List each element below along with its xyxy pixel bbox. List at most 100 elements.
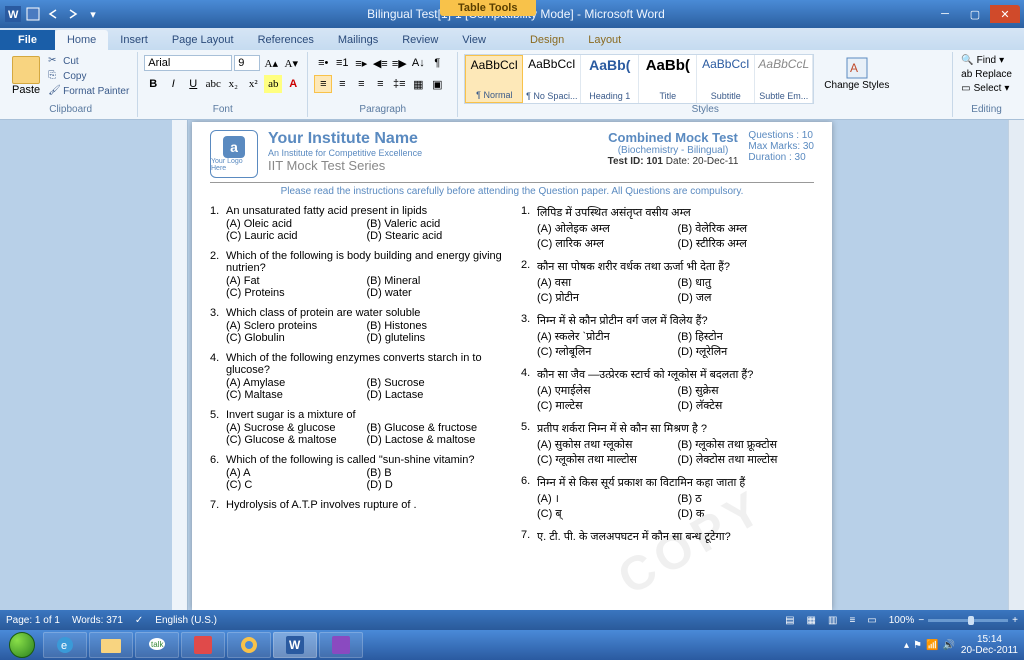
- taskbar-chrome[interactable]: [227, 632, 271, 658]
- tab-review[interactable]: Review: [390, 30, 450, 50]
- taskbar-gtalk[interactable]: talk: [135, 632, 179, 658]
- copy-button[interactable]: ⎘Copy: [46, 69, 131, 83]
- minimize-button[interactable]: ─: [930, 5, 960, 23]
- tab-view[interactable]: View: [450, 30, 498, 50]
- tab-layout[interactable]: Layout: [576, 30, 633, 50]
- undo-icon[interactable]: [44, 5, 62, 23]
- vertical-scrollbar[interactable]: [1008, 120, 1024, 610]
- view-web-icon[interactable]: ▥: [828, 615, 837, 626]
- shading-icon[interactable]: ▦: [409, 75, 427, 93]
- italic-button[interactable]: I: [164, 75, 182, 93]
- word-icon[interactable]: W: [4, 5, 22, 23]
- subscript-button[interactable]: x₂: [224, 75, 242, 93]
- proofing-icon[interactable]: ✓: [135, 615, 143, 626]
- borders-icon[interactable]: ▣: [428, 75, 446, 93]
- status-page[interactable]: Page: 1 of 1: [6, 615, 60, 626]
- taskbar-app2[interactable]: [319, 632, 363, 658]
- tab-page-layout[interactable]: Page Layout: [160, 30, 246, 50]
- tray-flag-icon[interactable]: ⚑: [913, 640, 922, 651]
- indent-dec-icon[interactable]: ◀≡: [371, 54, 389, 72]
- taskbar-explorer[interactable]: [89, 632, 133, 658]
- format-painter-button[interactable]: 🖌Format Painter: [46, 84, 131, 98]
- status-language[interactable]: English (U.S.): [155, 615, 217, 626]
- zoom-control: 100% − +: [889, 615, 1018, 626]
- style-subtitle[interactable]: AaBbCcISubtitle: [697, 55, 755, 103]
- justify-icon[interactable]: ≡: [371, 75, 389, 93]
- style-nospacing[interactable]: AaBbCcI¶ No Spaci...: [523, 55, 581, 103]
- grow-font-icon[interactable]: A▴: [262, 54, 280, 72]
- multilevel-icon[interactable]: ≡▸: [352, 54, 370, 72]
- tray-icons[interactable]: ▴ ⚑ 📶 🔊: [904, 640, 955, 651]
- tab-file[interactable]: File: [0, 30, 55, 50]
- taskbar-ie[interactable]: e: [43, 632, 87, 658]
- question: 5.Invert sugar is a mixture of(A) Sucros…: [210, 409, 503, 446]
- style-normal[interactable]: AaBbCcI¶ Normal: [465, 55, 523, 103]
- shrink-font-icon[interactable]: A▾: [282, 54, 300, 72]
- underline-button[interactable]: U: [184, 75, 202, 93]
- tab-references[interactable]: References: [246, 30, 326, 50]
- font-label: Font: [144, 104, 301, 115]
- cut-button[interactable]: ✂Cut: [46, 54, 131, 68]
- line-spacing-icon[interactable]: ‡≡: [390, 75, 408, 93]
- taskbar-app1[interactable]: [181, 632, 225, 658]
- logo-icon: a: [223, 136, 245, 158]
- strike-button[interactable]: abc: [204, 75, 222, 93]
- qat-dropdown-icon[interactable]: ▾: [84, 5, 102, 23]
- paste-button[interactable]: Paste: [10, 54, 42, 98]
- tab-insert[interactable]: Insert: [108, 30, 160, 50]
- bullets-icon[interactable]: ≡•: [314, 54, 332, 72]
- close-button[interactable]: ✕: [990, 5, 1020, 23]
- style-subtle-em[interactable]: AaBbCcLSubtle Em...: [755, 55, 813, 103]
- editing-label: Editing: [959, 104, 1014, 115]
- show-marks-icon[interactable]: ¶: [428, 54, 446, 72]
- tray-volume-icon[interactable]: 🔊: [942, 640, 954, 651]
- document-page[interactable]: COPY a Your Logo Here Your Institute Nam…: [192, 122, 832, 610]
- align-right-icon[interactable]: ≡: [352, 75, 370, 93]
- ribbon-tabs: File Home Insert Page Layout References …: [0, 28, 1024, 50]
- font-name-select[interactable]: [144, 55, 232, 71]
- ribbon: Paste ✂Cut ⎘Copy 🖌Format Painter Clipboa…: [0, 50, 1024, 120]
- maximize-button[interactable]: ▢: [960, 5, 990, 23]
- save-icon[interactable]: [24, 5, 42, 23]
- sort-icon[interactable]: A↓: [409, 54, 427, 72]
- zoom-out-button[interactable]: −: [918, 615, 924, 626]
- highlight-button[interactable]: ab: [264, 75, 282, 93]
- zoom-slider[interactable]: [928, 619, 1008, 622]
- numbering-icon[interactable]: ≡1: [333, 54, 351, 72]
- style-title[interactable]: AaBb(Title: [639, 55, 697, 103]
- view-print-icon[interactable]: ▤: [785, 615, 794, 626]
- indent-inc-icon[interactable]: ≡▶: [390, 54, 408, 72]
- status-words[interactable]: Words: 371: [72, 615, 123, 626]
- style-heading1[interactable]: AaBb(Heading 1: [581, 55, 639, 103]
- svg-text:talk: talk: [151, 640, 164, 649]
- font-size-select[interactable]: [234, 55, 260, 71]
- tray-network-icon[interactable]: 📶: [926, 640, 938, 651]
- clock[interactable]: 15:14 20-Dec-2011: [961, 634, 1018, 656]
- zoom-in-button[interactable]: +: [1012, 615, 1018, 626]
- font-color-button[interactable]: A: [284, 75, 302, 93]
- view-read-icon[interactable]: ▦: [807, 615, 816, 626]
- taskbar: e talk W ▴ ⚑ 📶 🔊 15:14 20-Dec-2011: [0, 630, 1024, 660]
- styles-gallery[interactable]: AaBbCcI¶ Normal AaBbCcI¶ No Spaci... AaB…: [464, 54, 814, 104]
- start-button[interactable]: [2, 631, 42, 659]
- find-button[interactable]: 🔍 Find ▾: [959, 54, 1014, 67]
- paste-label: Paste: [12, 84, 40, 96]
- change-styles-button[interactable]: A Change Styles: [818, 54, 895, 93]
- tab-mailings[interactable]: Mailings: [326, 30, 390, 50]
- redo-icon[interactable]: [64, 5, 82, 23]
- tray-up-icon[interactable]: ▴: [904, 640, 909, 651]
- select-button[interactable]: ▭ Select ▾: [959, 82, 1014, 95]
- superscript-button[interactable]: x²: [244, 75, 262, 93]
- align-left-icon[interactable]: ≡: [314, 75, 332, 93]
- vertical-ruler[interactable]: [172, 120, 188, 610]
- svg-text:W: W: [8, 9, 19, 21]
- view-outline-icon[interactable]: ≡: [849, 615, 855, 626]
- zoom-value[interactable]: 100%: [889, 615, 915, 626]
- bold-button[interactable]: B: [144, 75, 162, 93]
- tab-design[interactable]: Design: [518, 30, 576, 50]
- tab-home[interactable]: Home: [55, 30, 108, 50]
- replace-button[interactable]: ab Replace: [959, 68, 1014, 81]
- view-draft-icon[interactable]: ▭: [867, 615, 876, 626]
- taskbar-word[interactable]: W: [273, 632, 317, 658]
- align-center-icon[interactable]: ≡: [333, 75, 351, 93]
